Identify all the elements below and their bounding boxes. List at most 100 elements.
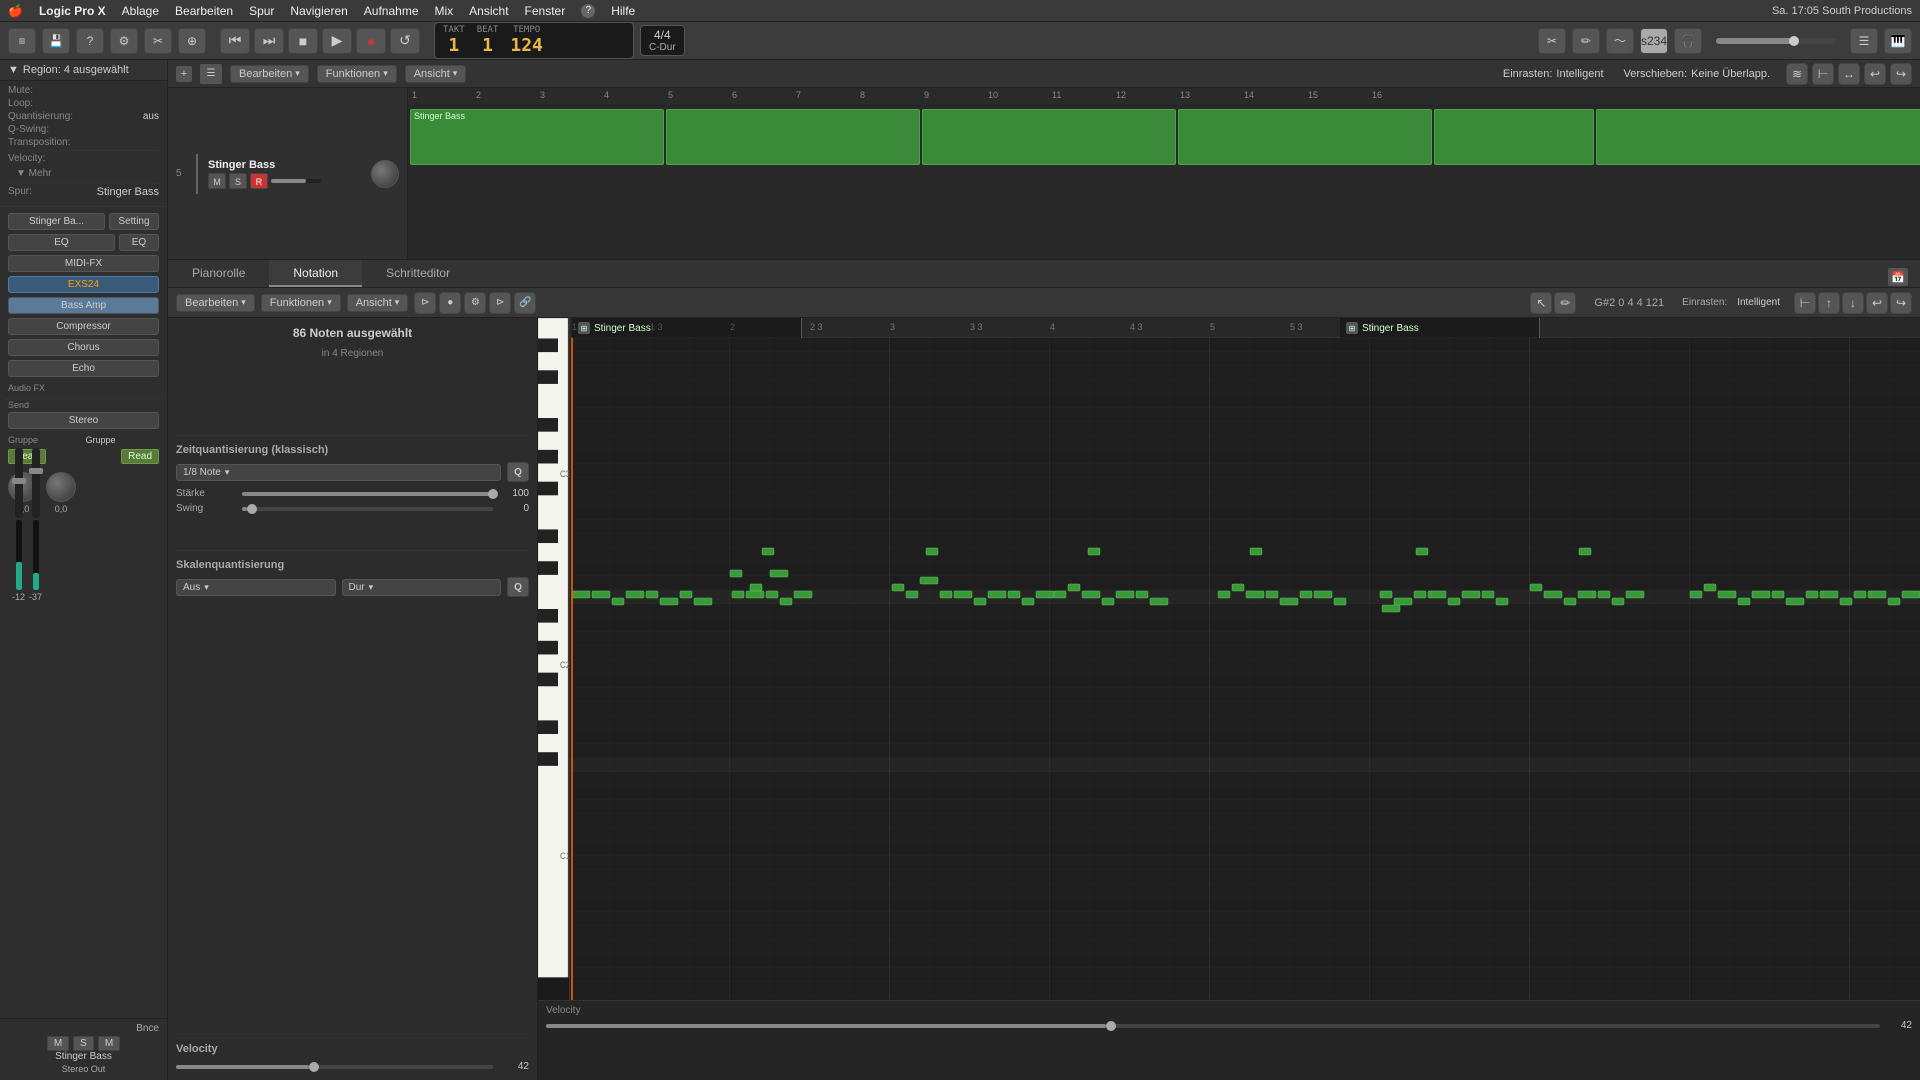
pr-cursor-tool[interactable]: ↖ bbox=[1530, 292, 1552, 314]
pr-right-tool-4[interactable]: ↩ bbox=[1866, 292, 1888, 314]
tracks-ansicht-btn[interactable]: Ansicht bbox=[405, 65, 467, 83]
region-1[interactable]: Stinger Bass bbox=[410, 109, 664, 165]
aus-select[interactable]: Aus bbox=[176, 579, 336, 596]
transport-rewind[interactable]: ⏮ bbox=[220, 28, 250, 54]
compressor-slot[interactable]: Compressor bbox=[8, 318, 159, 335]
tab-schritteditor[interactable]: Schritteditor bbox=[362, 260, 474, 287]
toolbar-edit-btn[interactable]: ✂ bbox=[144, 28, 172, 54]
tracks-bearbeiten-btn[interactable]: Bearbeiten bbox=[230, 65, 309, 83]
channel-m2-btn[interactable]: M bbox=[98, 1036, 120, 1051]
tracks-tool-4[interactable]: ↩ bbox=[1864, 63, 1886, 85]
toolbar-pencil-btn[interactable]: ✏ bbox=[1572, 28, 1600, 54]
quantisierung-value[interactable]: aus bbox=[143, 111, 159, 122]
channel-solo-btn[interactable]: S bbox=[73, 1036, 94, 1051]
pr-grid[interactable]: 1 1 3 2 2 3 3 3 3 4 4 3 5 5 3 6 bbox=[570, 318, 1920, 1000]
toolbar-smart-btn[interactable]: ⊕ bbox=[178, 28, 206, 54]
track-record-btn[interactable]: R bbox=[250, 173, 268, 189]
eq-slot[interactable]: EQ bbox=[8, 234, 115, 251]
instrument-name-display[interactable]: Stinger Ba... bbox=[8, 213, 105, 230]
menu-fenster[interactable]: Fenster bbox=[525, 4, 566, 18]
pr-tool-3[interactable]: ⚙ bbox=[464, 292, 486, 314]
einrasten-value[interactable]: Intelligent bbox=[1556, 68, 1603, 80]
master-volume-slider[interactable] bbox=[1716, 38, 1836, 44]
quantize-q-btn[interactable]: Q bbox=[507, 462, 529, 482]
bass-amp-slot[interactable]: Bass Amp bbox=[8, 297, 159, 314]
menu-hilfe[interactable]: Hilfe bbox=[611, 4, 635, 18]
toolbar-settings-btn[interactable]: ⚙ bbox=[110, 28, 138, 54]
toolbar-piano-btn[interactable]: 🎹 bbox=[1884, 28, 1912, 54]
region-4[interactable] bbox=[1178, 109, 1432, 165]
fader-1[interactable] bbox=[15, 448, 23, 518]
track-solo-btn[interactable]: S bbox=[229, 173, 247, 189]
send-slot[interactable]: Stereo bbox=[8, 412, 159, 429]
staerke-slider[interactable] bbox=[242, 492, 493, 496]
pr-tool-2[interactable]: ● bbox=[439, 292, 461, 314]
transport-stop[interactable]: ■ bbox=[288, 28, 318, 54]
setting-button[interactable]: Setting bbox=[109, 213, 159, 230]
toolbar-save-btn[interactable]: 💾 bbox=[42, 28, 70, 54]
swing-slider[interactable] bbox=[242, 507, 493, 511]
channel-mute-btn[interactable]: M bbox=[47, 1036, 69, 1051]
toolbar-headphone-btn[interactable]: 🎧 bbox=[1674, 28, 1702, 54]
toolbar-wave-btn[interactable]: 〜 bbox=[1606, 28, 1634, 54]
pr-ansicht-btn[interactable]: Ansicht bbox=[347, 294, 409, 312]
track-list-btn[interactable]: ☰ bbox=[200, 64, 222, 84]
menu-spur[interactable]: Spur bbox=[249, 4, 274, 18]
track-mute-btn[interactable]: M bbox=[208, 173, 226, 189]
menu-navigieren[interactable]: Navigieren bbox=[290, 4, 347, 18]
region-triangle[interactable]: ▼ bbox=[8, 64, 19, 76]
region-3[interactable] bbox=[922, 109, 1176, 165]
pr-funktionen-btn[interactable]: Funktionen bbox=[261, 294, 341, 312]
add-track-btn[interactable]: + bbox=[176, 66, 192, 82]
pr-pencil-tool[interactable]: ✏ bbox=[1554, 292, 1576, 314]
transport-play[interactable]: ▶ bbox=[322, 28, 352, 54]
tracks-tool-3[interactable]: ↔ bbox=[1838, 63, 1860, 85]
apple-menu[interactable]: 🍎 bbox=[8, 4, 23, 18]
track-volume-mini[interactable] bbox=[271, 179, 321, 183]
menu-help-icon[interactable]: ? bbox=[581, 4, 595, 18]
tracks-tool-5[interactable]: ↪ bbox=[1890, 63, 1912, 85]
pr-tool-1[interactable]: ⊳ bbox=[414, 292, 436, 314]
menu-ablage[interactable]: Ablage bbox=[122, 4, 159, 18]
mehr-button[interactable]: ▼ Mehr bbox=[8, 166, 159, 181]
pr-right-tool-1[interactable]: ⊢ bbox=[1794, 292, 1816, 314]
velocity-slider[interactable] bbox=[176, 1065, 493, 1069]
chorus-slot[interactable]: Chorus bbox=[8, 339, 159, 356]
skala-q-btn[interactable]: Q bbox=[507, 577, 529, 597]
region-6[interactable] bbox=[1596, 109, 1920, 165]
menu-mix[interactable]: Mix bbox=[435, 4, 454, 18]
pr-einrasten-value[interactable]: Intelligent bbox=[1737, 297, 1780, 308]
fader-2[interactable] bbox=[32, 448, 40, 518]
track-pan-knob[interactable] bbox=[371, 160, 399, 188]
midi-fx-slot[interactable]: MIDI-FX bbox=[8, 255, 159, 272]
read-button-2[interactable]: Read bbox=[121, 449, 159, 464]
menu-bearbeiten[interactable]: Bearbeiten bbox=[175, 4, 233, 18]
transport-loop[interactable]: ↺ bbox=[390, 28, 420, 54]
tab-pianorolle[interactable]: Pianorolle bbox=[168, 260, 269, 287]
velocity-main-slider[interactable] bbox=[546, 1024, 1880, 1028]
tracks-tool-1[interactable]: ≋ bbox=[1786, 63, 1808, 85]
region-5[interactable] bbox=[1434, 109, 1594, 165]
transport-record[interactable]: ● bbox=[356, 28, 386, 54]
menu-ansicht[interactable]: Ansicht bbox=[469, 4, 508, 18]
exs24-slot[interactable]: EXS24 bbox=[8, 276, 159, 293]
pr-right-tool-5[interactable]: ↪ bbox=[1890, 292, 1912, 314]
tab-notation[interactable]: Notation bbox=[269, 260, 362, 287]
eq-button[interactable]: EQ bbox=[119, 234, 159, 251]
toolbar-scissors-btn[interactable]: ✂ bbox=[1538, 28, 1566, 54]
time-signature-display[interactable]: 4/4 C-Dur bbox=[640, 25, 685, 56]
tracks-funktionen-btn[interactable]: Funktionen bbox=[317, 65, 397, 83]
pr-tool-5[interactable]: 🔗 bbox=[514, 292, 536, 314]
pr-tool-4[interactable]: ⊳ bbox=[489, 292, 511, 314]
toolbar-active-btn[interactable]: s234 bbox=[1640, 28, 1668, 54]
menu-aufnahme[interactable]: Aufnahme bbox=[364, 4, 419, 18]
toolbar-list-btn[interactable]: ☰ bbox=[1850, 28, 1878, 54]
pan-knob-2[interactable] bbox=[46, 472, 76, 502]
tracks-tool-2[interactable]: ⊢ bbox=[1812, 63, 1834, 85]
toolbar-left-panel-btn[interactable]: ≡ bbox=[8, 28, 36, 54]
pr-right-tool-3[interactable]: ↓ bbox=[1842, 292, 1864, 314]
region-2[interactable] bbox=[666, 109, 920, 165]
verschieben-value[interactable]: Keine Überlapp. bbox=[1691, 68, 1770, 80]
pr-right-tool-2[interactable]: ↑ bbox=[1818, 292, 1840, 314]
transport-forward[interactable]: ⏭ bbox=[254, 28, 284, 54]
